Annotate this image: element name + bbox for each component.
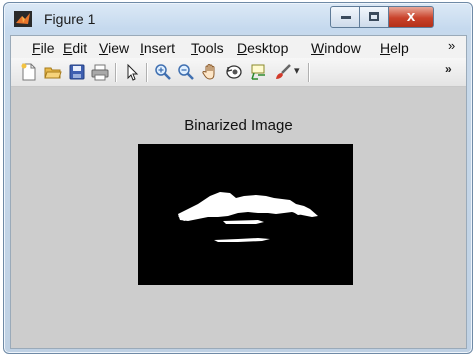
menu-desktop[interactable]: Desktop — [237, 40, 307, 56]
menu-file[interactable]: File — [32, 40, 55, 56]
menu-tools[interactable]: Tools — [191, 40, 224, 56]
menu-overflow-icon[interactable]: » — [448, 38, 455, 53]
pan-icon[interactable] — [201, 63, 219, 81]
brush-dropdown-icon[interactable]: ▾ — [294, 64, 300, 77]
binarized-image-axes — [138, 144, 353, 285]
white-region-middle — [223, 220, 264, 224]
title-bar[interactable]: Figure 1 x — [4, 3, 472, 35]
open-file-icon[interactable] — [44, 63, 62, 81]
maximize-button[interactable] — [359, 6, 389, 28]
toolbar-separator — [308, 63, 310, 82]
minimize-icon — [341, 16, 351, 19]
save-icon[interactable] — [68, 63, 86, 81]
data-cursor-icon[interactable] — [249, 63, 267, 81]
figure-toolbar: ▾ » — [11, 58, 466, 87]
close-icon: x — [406, 8, 416, 25]
white-region-main — [178, 192, 318, 221]
menu-bar: File Edit View Insert Tools Desktop Wind… — [11, 36, 466, 58]
plot-title: Binarized Image — [184, 117, 293, 134]
figure-window: Figure 1 x File Edit View Insert Tools D… — [3, 2, 473, 354]
matlab-logo-icon — [14, 11, 32, 27]
close-button[interactable]: x — [388, 6, 434, 28]
menu-view[interactable]: View — [99, 40, 129, 56]
white-region-bottom — [214, 238, 270, 242]
toolbar-separator — [115, 63, 117, 82]
figure-client-area: File Edit View Insert Tools Desktop Wind… — [10, 35, 467, 349]
toolbar-overflow-icon[interactable]: » — [445, 62, 452, 76]
menu-help[interactable]: Help — [380, 40, 409, 56]
binarized-image — [178, 192, 318, 242]
figure-canvas: Binarized Image — [11, 87, 466, 348]
zoom-out-icon[interactable] — [177, 63, 195, 81]
toolbar-separator — [146, 63, 148, 82]
print-icon[interactable] — [91, 63, 109, 81]
menu-edit[interactable]: Edit — [63, 40, 87, 56]
menu-insert[interactable]: Insert — [140, 40, 175, 56]
maximize-icon — [369, 12, 379, 21]
new-figure-icon[interactable] — [20, 63, 38, 81]
brush-icon[interactable] — [274, 63, 292, 81]
zoom-in-icon[interactable] — [154, 63, 172, 81]
window-title: Figure 1 — [44, 11, 96, 27]
select-arrow-icon[interactable] — [123, 63, 141, 81]
rotate-3d-icon[interactable] — [225, 63, 243, 81]
menu-window[interactable]: Window — [311, 40, 374, 56]
minimize-button[interactable] — [330, 6, 360, 28]
